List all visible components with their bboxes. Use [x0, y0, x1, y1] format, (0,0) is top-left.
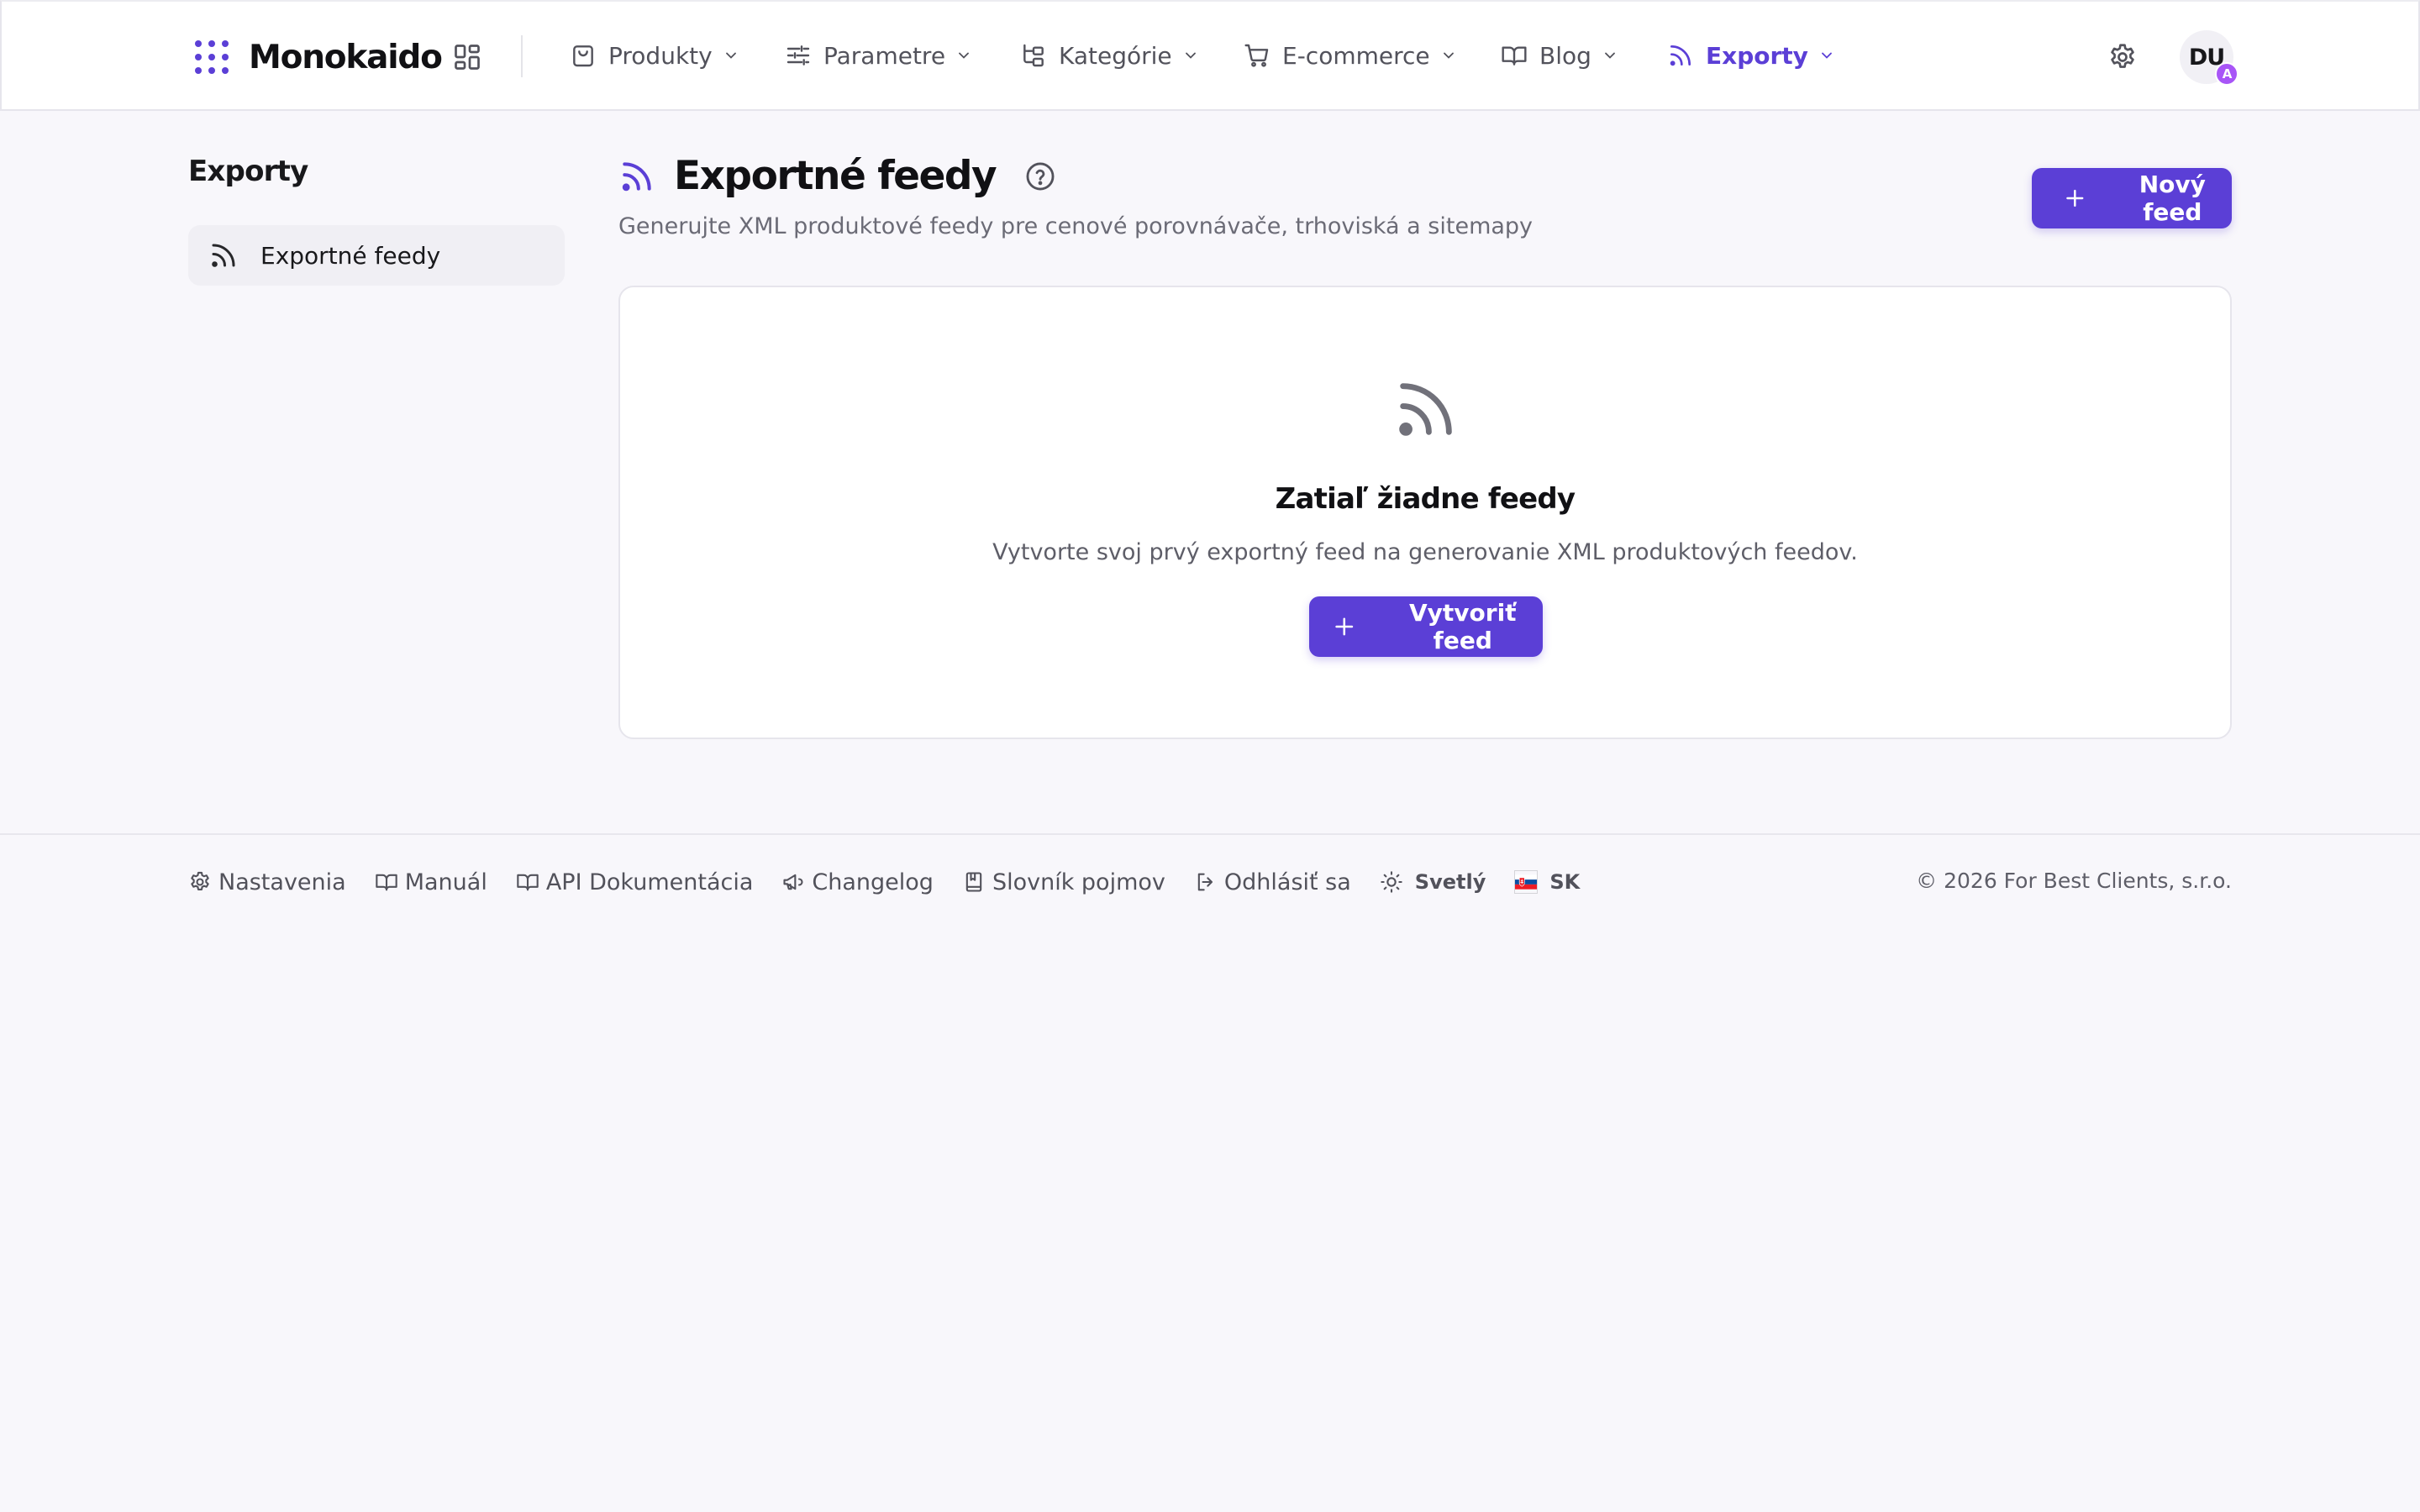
book-icon: [375, 874, 397, 891]
nav-item-produkty[interactable]: Produkty: [570, 34, 739, 77]
gear-icon: [191, 871, 209, 891]
chevron-down-icon: [1443, 52, 1454, 59]
shopping-bag-icon: [573, 45, 593, 67]
role-badge: A: [2215, 62, 2238, 86]
sun-icon: [1381, 871, 1402, 893]
footer-link-label: Manuál: [404, 869, 487, 895]
language-label: SK: [1549, 870, 1581, 894]
plus-icon: [2066, 189, 2084, 207]
chevron-down-icon: [1822, 52, 1832, 59]
top-navigation: Monokaido Produkty Parametre Kategórie E…: [0, 0, 2420, 111]
empty-state-text: Vytvorte svoj prvý exportný feed na gene…: [992, 539, 1858, 565]
footer-link-label: Odhlásiť sa: [1223, 869, 1351, 895]
help-circle-icon[interactable]: [1024, 160, 1056, 192]
chevron-down-icon: [959, 52, 969, 59]
new-feed-label: Nový feed: [2139, 171, 2206, 226]
bookmark-book-icon: [965, 872, 982, 892]
nav-item-label: Blog: [1539, 41, 1591, 70]
rss-icon: [1399, 383, 1452, 436]
empty-state-title: Zatiaľ žiadne feedy: [1275, 482, 1576, 516]
nav-item-label: Produkty: [608, 41, 713, 70]
cart-icon: [1244, 44, 1269, 67]
book-icon: [517, 874, 539, 891]
chevron-down-icon: [1185, 52, 1196, 59]
footer-link-nastavenia[interactable]: Nastavenia: [188, 869, 346, 895]
nav-item-ecommerce[interactable]: E-commerce: [1244, 34, 1457, 77]
category-tree-icon: [1023, 44, 1044, 67]
theme-label: Svetlý: [1414, 870, 1486, 894]
avatar[interactable]: DU A: [2180, 30, 2238, 86]
footer-divider: [0, 833, 2420, 835]
logo[interactable]: Monokaido: [193, 35, 443, 79]
footer-link-label: Slovník pojmov: [992, 869, 1165, 895]
page-subtitle: Generujte XML produktové feedy pre cenov…: [618, 213, 1534, 239]
footer-link-manual[interactable]: Manuál: [375, 869, 487, 895]
nav-item-exporty[interactable]: Exporty: [1667, 34, 1835, 77]
footer-link-label: Changelog: [812, 869, 934, 895]
page-header: Exportné feedy: [618, 153, 1056, 199]
apps-grid-icon[interactable]: [452, 42, 482, 72]
nav-item-label: E-commerce: [1282, 41, 1430, 70]
nav-item-parametre[interactable]: Parametre: [785, 34, 972, 77]
gear-icon[interactable]: [2107, 42, 2138, 72]
create-feed-button[interactable]: Vytvoriť feed: [1309, 596, 1543, 657]
logo-dots-icon: [195, 40, 229, 74]
plus-icon: [1335, 617, 1354, 636]
theme-toggle[interactable]: Svetlý: [1380, 870, 1486, 894]
rss-icon: [622, 161, 651, 191]
nav-item-label: Kategórie: [1059, 41, 1172, 70]
nav-divider: [521, 35, 523, 77]
sidebar-item-exportne-feedy[interactable]: Exportné feedy: [188, 225, 565, 286]
megaphone-icon: [783, 874, 803, 890]
footer-link-api-docs[interactable]: API Dokumentácia: [516, 869, 754, 895]
sidebar-title: Exporty: [188, 155, 308, 188]
rss-icon: [212, 244, 235, 267]
rss-icon: [1670, 45, 1691, 66]
copyright: © 2026 For Best Clients, s.r.o.: [1916, 869, 2232, 893]
footer: Nastavenia Manuál API Dokumentácia Chang…: [188, 865, 1608, 899]
language-switcher[interactable]: SK: [1514, 870, 1580, 894]
chevron-down-icon: [725, 52, 736, 59]
page-title: Exportné feedy: [674, 153, 997, 199]
chevron-down-icon: [1604, 52, 1615, 59]
footer-link-glossary[interactable]: Slovník pojmov: [962, 869, 1165, 895]
new-feed-button[interactable]: Nový feed: [2032, 168, 2232, 228]
sidebar-item-label: Exportné feedy: [260, 241, 441, 270]
nav-item-kategorie[interactable]: Kategórie: [1020, 34, 1199, 77]
nav-item-label: Parametre: [823, 41, 946, 70]
footer-link-label: Nastavenia: [218, 869, 346, 895]
nav-item-label: Exporty: [1706, 41, 1808, 70]
slovak-flag-icon: [1514, 870, 1539, 894]
create-feed-label: Vytvoriť feed: [1408, 599, 1517, 654]
nav-item-blog[interactable]: Blog: [1501, 34, 1618, 77]
footer-link-changelog[interactable]: Changelog: [781, 869, 934, 895]
book-icon: [1502, 46, 1527, 66]
logout-icon: [1197, 873, 1213, 891]
empty-state-card: Zatiaľ žiadne feedy Vytvorte svoj prvý e…: [618, 286, 2232, 739]
sliders-icon: [786, 45, 810, 66]
app-name: Monokaido: [249, 38, 443, 76]
footer-link-logout[interactable]: Odhlásiť sa: [1194, 869, 1351, 895]
footer-link-label: API Dokumentácia: [545, 869, 754, 895]
